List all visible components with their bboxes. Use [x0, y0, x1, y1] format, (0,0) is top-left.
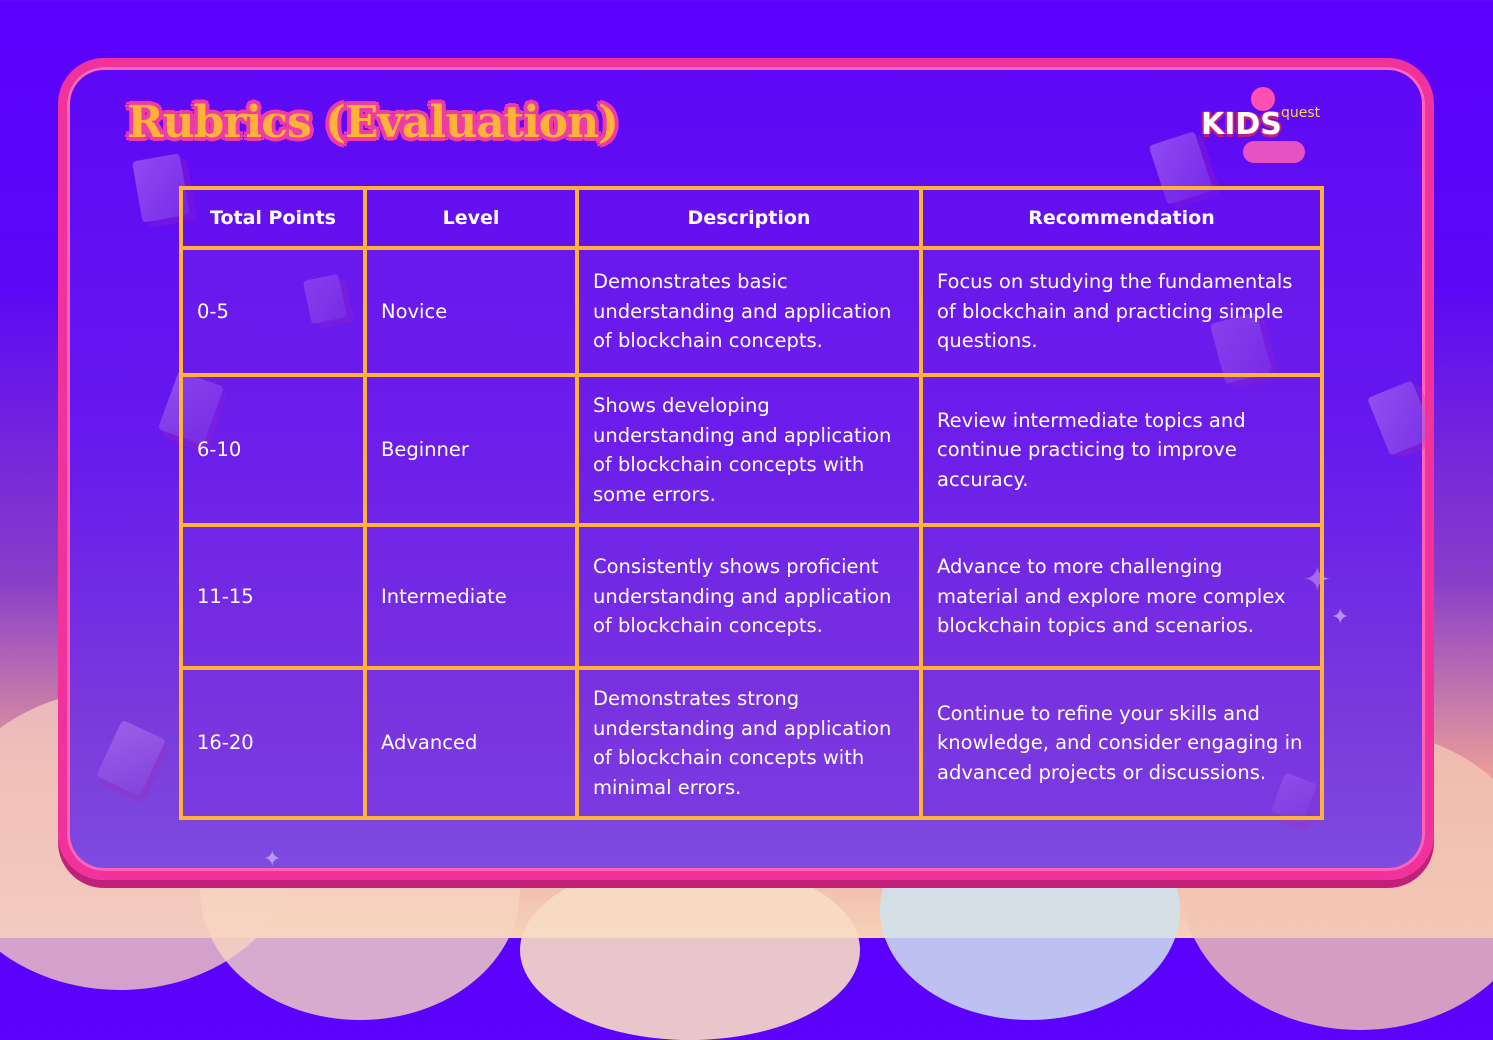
rubric-card: ✦ ✦ ✦ Rubrics (Evaluation) KIDS quest To…	[58, 58, 1434, 880]
background-cloud	[520, 860, 860, 1040]
level-cell: Intermediate	[363, 523, 579, 670]
points-cell: 0-5	[179, 246, 367, 377]
table-row: 6-10 Beginner Shows developing understan…	[179, 373, 1324, 527]
table-header-row: Total Points Level Description Recommend…	[179, 186, 1324, 250]
header-level: Level	[363, 186, 579, 250]
sparkle-icon: ✦	[1331, 605, 1350, 630]
book-icon	[1367, 380, 1425, 456]
book-icon	[96, 719, 166, 797]
logo-sub-text: quest	[1281, 105, 1321, 121]
points-cell: 16-20	[179, 666, 367, 820]
level-cell: Novice	[363, 246, 579, 377]
recommendation-cell: Focus on studying the fundamentals of bl…	[919, 246, 1324, 377]
description-cell: Demonstrates basic understanding and app…	[575, 246, 923, 377]
header-description: Description	[575, 186, 923, 250]
page-title: Rubrics (Evaluation)	[127, 97, 619, 148]
header-recommendation: Recommendation	[919, 186, 1324, 250]
level-cell: Advanced	[363, 666, 579, 820]
table-row: 16-20 Advanced Demonstrates strong under…	[179, 666, 1324, 820]
recommendation-cell: Review intermediate topics and continue …	[919, 373, 1324, 527]
description-cell: Demonstrates strong understanding and ap…	[575, 666, 923, 820]
level-cell: Beginner	[363, 373, 579, 527]
description-cell: Consistently shows proficient understand…	[575, 523, 923, 670]
cloud-decoration	[1243, 141, 1305, 163]
recommendation-cell: Advance to more challenging material and…	[919, 523, 1324, 670]
header-total-points: Total Points	[179, 186, 367, 250]
rubric-table: Total Points Level Description Recommend…	[179, 186, 1324, 820]
points-cell: 11-15	[179, 523, 367, 670]
kids-quest-logo: KIDS quest	[1201, 79, 1341, 169]
logo-main-text: KIDS	[1201, 107, 1282, 142]
points-cell: 6-10	[179, 373, 367, 527]
description-cell: Shows developing understanding and appli…	[575, 373, 923, 527]
sparkle-icon: ✦	[263, 847, 282, 872]
recommendation-cell: Continue to refine your skills and knowl…	[919, 666, 1324, 820]
table-row: 11-15 Intermediate Consistently shows pr…	[179, 523, 1324, 670]
table-row: 0-5 Novice Demonstrates basic understand…	[179, 246, 1324, 377]
